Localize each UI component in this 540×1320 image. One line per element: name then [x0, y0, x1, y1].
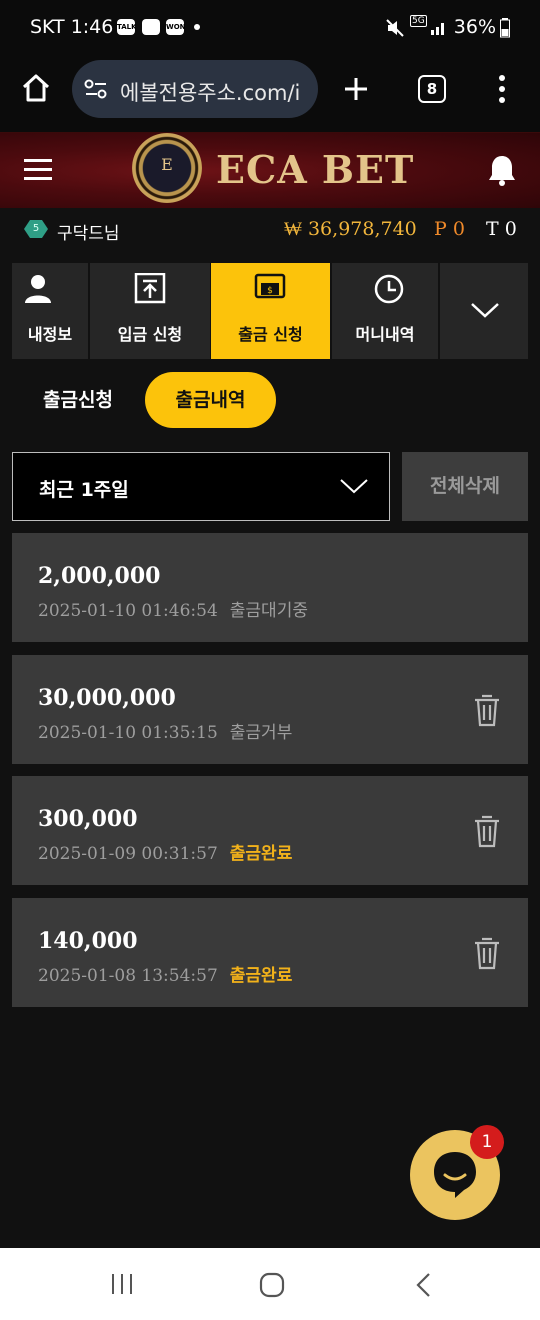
trash-icon[interactable]: [472, 693, 502, 727]
list-item: 2,000,000 2025-01-10 01:46:54 출금대기중: [12, 533, 528, 642]
record-amount: 30,000,000: [38, 685, 176, 711]
record-datetime: 2025-01-08 13:54:57 출금완료: [38, 966, 293, 986]
address-bar[interactable]: 에볼전용주소.com/i: [72, 60, 318, 118]
site-settings-icon[interactable]: [84, 79, 108, 99]
record-datetime: 2025-01-09 00:31:57 출금완료: [38, 844, 293, 864]
svg-text:$: $: [267, 286, 273, 296]
brand-emblem-logo: E: [132, 133, 202, 203]
balance-point: P 0: [434, 218, 465, 240]
more-menu-icon[interactable]: [497, 74, 507, 104]
won-notification-icon: WON: [166, 19, 186, 35]
battery-icon: [500, 18, 510, 38]
bell-icon[interactable]: [486, 153, 518, 187]
image-notification-icon: [142, 19, 160, 35]
chat-bubble-icon: [434, 1152, 476, 1198]
deposit-icon: [134, 273, 166, 304]
tab-label: 내정보: [27, 325, 73, 344]
site-header: E ECA BET: [0, 132, 540, 209]
more-notifications-dot: [194, 24, 200, 30]
record-amount: 300,000: [38, 806, 138, 832]
period-select-value: 최근 1주일: [39, 479, 129, 501]
mypage-tabs: 내정보 입금 신청 $ 출금 신청 머니내역: [12, 263, 528, 359]
home-nav-icon[interactable]: [259, 1272, 285, 1298]
brand-logo-text[interactable]: ECA BET: [216, 147, 414, 192]
tab-deposit[interactable]: 입금 신청: [90, 263, 210, 359]
signal-icon: [431, 23, 444, 35]
trash-icon[interactable]: [472, 936, 502, 970]
record-datetime: 2025-01-10 01:35:15 출금거부: [38, 723, 293, 743]
home-icon[interactable]: [20, 72, 52, 104]
hamburger-menu-icon[interactable]: [24, 159, 52, 181]
chat-unread-badge: 1: [470, 1125, 504, 1159]
tab-label: 머니내역: [355, 325, 415, 344]
trash-icon[interactable]: [472, 814, 502, 848]
list-item: 140,000 2025-01-08 13:54:57 출금완료: [12, 898, 528, 1007]
record-status: 출금완료: [229, 966, 293, 986]
network-type-label: 5G: [410, 15, 427, 27]
subtab-withdraw-request[interactable]: 출금신청: [28, 372, 128, 428]
withdraw-icon: $: [254, 273, 286, 299]
chevron-down-icon: [340, 479, 368, 494]
record-status: 출금완료: [229, 844, 293, 864]
tab-withdraw[interactable]: $ 출금 신청: [211, 263, 330, 359]
delete-all-button[interactable]: 전체삭제: [402, 452, 528, 521]
tab-switcher-button[interactable]: 8: [418, 75, 446, 103]
username[interactable]: 구닥드님: [57, 219, 120, 244]
list-item: 30,000,000 2025-01-10 01:35:15 출금거부: [12, 655, 528, 764]
subtab-withdraw-history[interactable]: 출금내역: [145, 372, 276, 428]
tab-more-dropdown[interactable]: [440, 263, 528, 359]
record-status: 출금거부: [229, 723, 293, 743]
back-nav-icon[interactable]: [414, 1272, 432, 1298]
chevron-down-icon: [471, 303, 499, 318]
status-time: SKT 1:46: [30, 16, 114, 38]
record-amount: 2,000,000: [38, 563, 161, 589]
system-navigation-bar: [0, 1248, 540, 1320]
tab-my-info[interactable]: 내정보: [12, 263, 88, 359]
tab-money-history[interactable]: 머니내역: [332, 263, 438, 359]
mute-icon: [386, 19, 404, 37]
period-select[interactable]: 최근 1주일: [12, 452, 390, 521]
url-text[interactable]: 에볼전용주소.com/i: [120, 77, 310, 107]
record-datetime: 2025-01-10 01:46:54 출금대기중: [38, 601, 308, 621]
list-item: 300,000 2025-01-09 00:31:57 출금완료: [12, 776, 528, 885]
new-tab-icon[interactable]: [343, 76, 369, 102]
tab-label: 입금 신청: [117, 325, 183, 344]
tab-label: 출금 신청: [238, 325, 303, 344]
browser-toolbar: 에볼전용주소.com/i 8: [0, 56, 540, 132]
balance-t: T 0: [486, 218, 517, 240]
user-icon: [25, 275, 51, 303]
record-amount: 140,000: [38, 928, 138, 954]
user-info-bar: 5 구닥드님 ₩ 36,978,740 P 0 T 0: [0, 208, 540, 254]
talk-notification-icon: TALK: [117, 19, 137, 35]
recent-apps-icon[interactable]: [110, 1273, 134, 1295]
status-bar: SKT 1:46 TALK WON 5G 36%: [0, 0, 540, 56]
battery-percent: 36%: [453, 16, 496, 38]
clock-icon: [374, 274, 404, 304]
balance-money: ₩ 36,978,740: [284, 218, 417, 240]
record-status: 출금대기중: [229, 601, 308, 621]
level-badge: 5: [24, 220, 48, 238]
